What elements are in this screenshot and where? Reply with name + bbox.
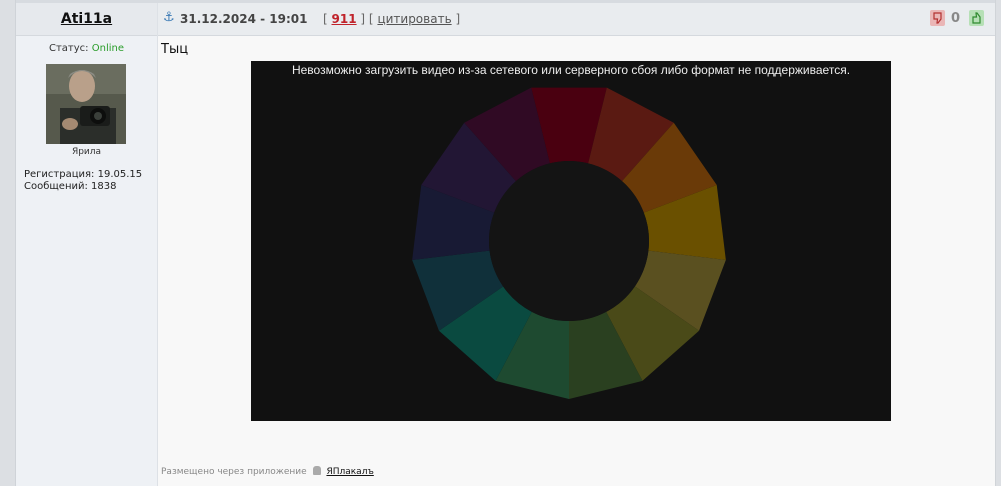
android-icon [312, 466, 321, 475]
rating-value: 0 [951, 11, 961, 26]
avatar-caption: Ярила [71, 147, 102, 157]
rating-widget: 0 [925, 8, 985, 30]
avatar-photo [46, 64, 126, 144]
thumbs-down-icon[interactable] [930, 10, 945, 26]
footer-label: Размещено через приложение [161, 467, 307, 477]
status-online: Online [91, 43, 124, 54]
avatar[interactable] [46, 64, 126, 144]
right-gutter [995, 0, 1001, 486]
app-link[interactable]: ЯПлакалъ [326, 467, 373, 477]
quote-bracket-close: ] [455, 12, 461, 26]
post-meta: [ 911 ] [ цитировать ] [323, 12, 460, 26]
bracket-open: [ [323, 12, 328, 26]
anchor-icon[interactable]: ⚓ [163, 11, 175, 25]
registration-date: Регистрация: 19.05.15 [24, 169, 143, 180]
post-footer: Размещено через приложение ЯПлакалъ [161, 466, 374, 477]
author-status: Статус: Online [16, 43, 157, 54]
author-name-link[interactable]: Ati11a [16, 11, 157, 27]
thumbs-up-icon[interactable] [969, 10, 984, 26]
author-panel: Ati11a Статус: Online Ярила Регистрация:… [16, 3, 158, 486]
status-label: Статус: [49, 43, 89, 54]
post-text: Тыц [161, 42, 189, 57]
left-gutter [0, 0, 16, 486]
author-header: Ati11a [16, 3, 157, 36]
bracket-close: ] [360, 12, 366, 26]
message-count: Сообщений: 1838 [24, 181, 117, 192]
quote-bracket-open: [ [368, 12, 374, 26]
video-error-message: Невозможно загрузить видео из-за сетевог… [291, 63, 851, 77]
post-body: Тыц Невозможно загрузить видео из-за сет… [158, 36, 995, 486]
quote-link[interactable]: цитировать [377, 12, 451, 26]
post-header: ⚓ 31.12.2024 - 19:01 [ 911 ] [ цитироват… [158, 3, 995, 36]
video-placeholder-wheel [412, 87, 726, 399]
post-date: 31.12.2024 - 19:01 [180, 12, 308, 26]
post-number-link[interactable]: 911 [332, 12, 357, 26]
video-player[interactable]: Невозможно загрузить видео из-за сетевог… [251, 61, 891, 421]
author-stats: Регистрация: 19.05.15 Сообщений: 1838 [24, 169, 142, 193]
wheel-center [489, 161, 649, 321]
